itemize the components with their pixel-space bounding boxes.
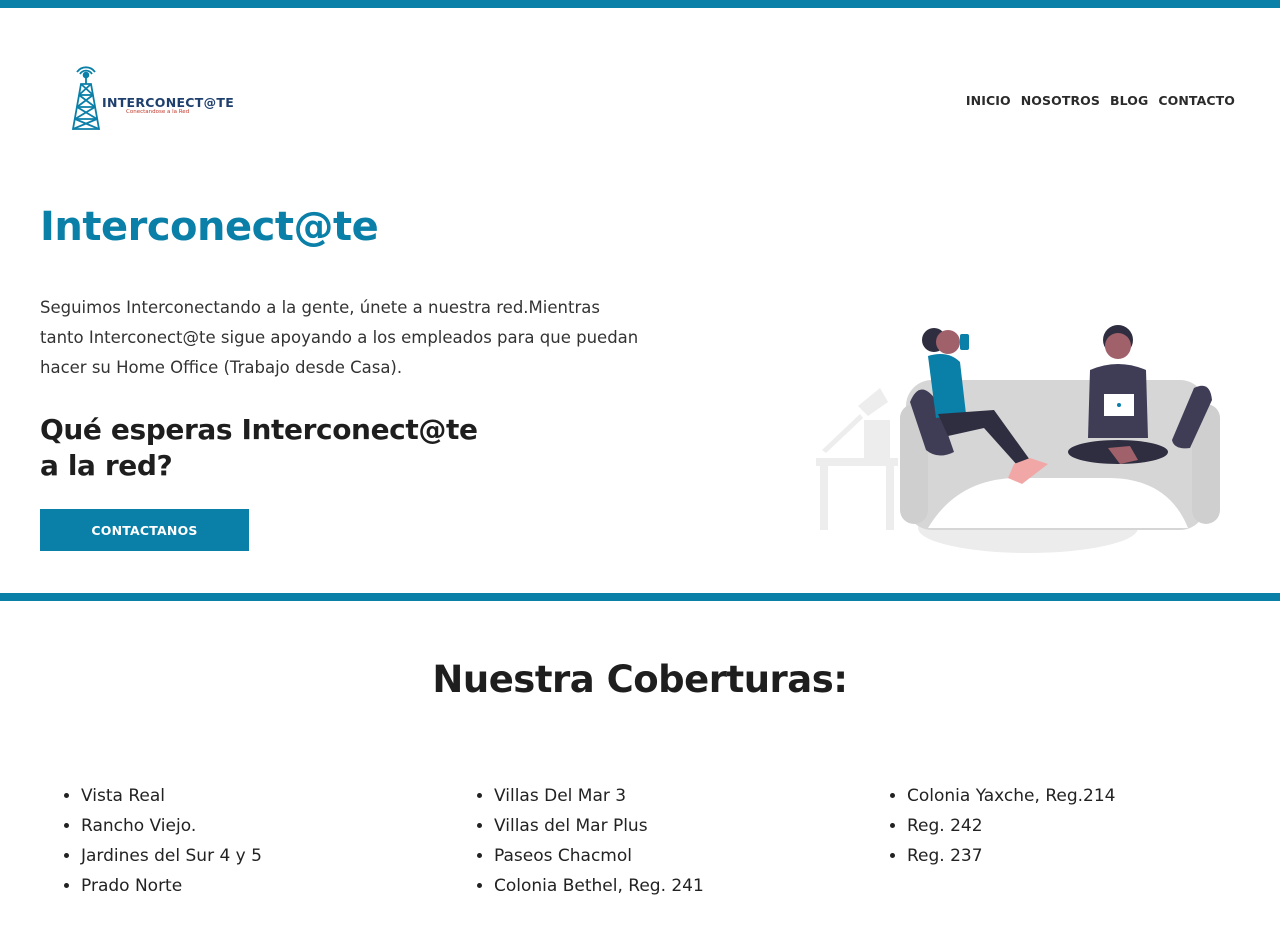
site-logo[interactable]: INTERCONECT@TE Conectandose a la Red bbox=[68, 58, 234, 134]
list-item: Villas del Mar Plus bbox=[494, 811, 704, 841]
list-item: Rancho Viejo. bbox=[81, 811, 262, 841]
list-item: Colonia Yaxche, Reg.214 bbox=[907, 781, 1115, 811]
list-item: Jardines del Sur 4 y 5 bbox=[81, 841, 262, 871]
section-divider-bar bbox=[0, 593, 1280, 601]
list-item: Colonia Bethel, Reg. 241 bbox=[494, 871, 704, 901]
list-item: Reg. 237 bbox=[907, 841, 1115, 871]
coverage-list-1: Vista Real Rancho Viejo. Jardines del Su… bbox=[61, 781, 262, 901]
list-item: Reg. 242 bbox=[907, 811, 1115, 841]
nav-contacto[interactable]: CONTACTO bbox=[1158, 93, 1235, 108]
nav-inicio[interactable]: INICIO bbox=[966, 93, 1011, 108]
list-item: Paseos Chacmol bbox=[494, 841, 704, 871]
logo-tagline: Conectandose a la Red bbox=[126, 109, 190, 115]
coverage-list-3: Colonia Yaxche, Reg.214 Reg. 242 Reg. 23… bbox=[887, 781, 1115, 871]
nav-nosotros[interactable]: NOSOTROS bbox=[1021, 93, 1100, 108]
coverage-list-2: Villas Del Mar 3 Villas del Mar Plus Pas… bbox=[474, 781, 704, 901]
people-on-sofa-illustration bbox=[816, 325, 1220, 553]
contact-button[interactable]: CONTACTANOS bbox=[40, 509, 249, 551]
coverage-title: Nuestra Coberturas: bbox=[432, 658, 848, 701]
hero-title: Interconect@te bbox=[40, 204, 379, 250]
logo-text: INTERCONECT@TE bbox=[102, 95, 235, 110]
nav-blog[interactable]: BLOG bbox=[1110, 93, 1148, 108]
hero-text: Seguimos Interconectando a la gente, úne… bbox=[40, 298, 639, 377]
list-item: Vista Real bbox=[81, 781, 262, 811]
top-accent-bar bbox=[0, 0, 1280, 8]
main-nav: INICIO NOSOTROS BLOG CONTACTO bbox=[966, 93, 1235, 108]
list-item: Villas Del Mar 3 bbox=[494, 781, 704, 811]
list-item: Prado Norte bbox=[81, 871, 262, 901]
hero-subtitle: Qué esperas Interconect@te a la red? bbox=[40, 413, 478, 482]
